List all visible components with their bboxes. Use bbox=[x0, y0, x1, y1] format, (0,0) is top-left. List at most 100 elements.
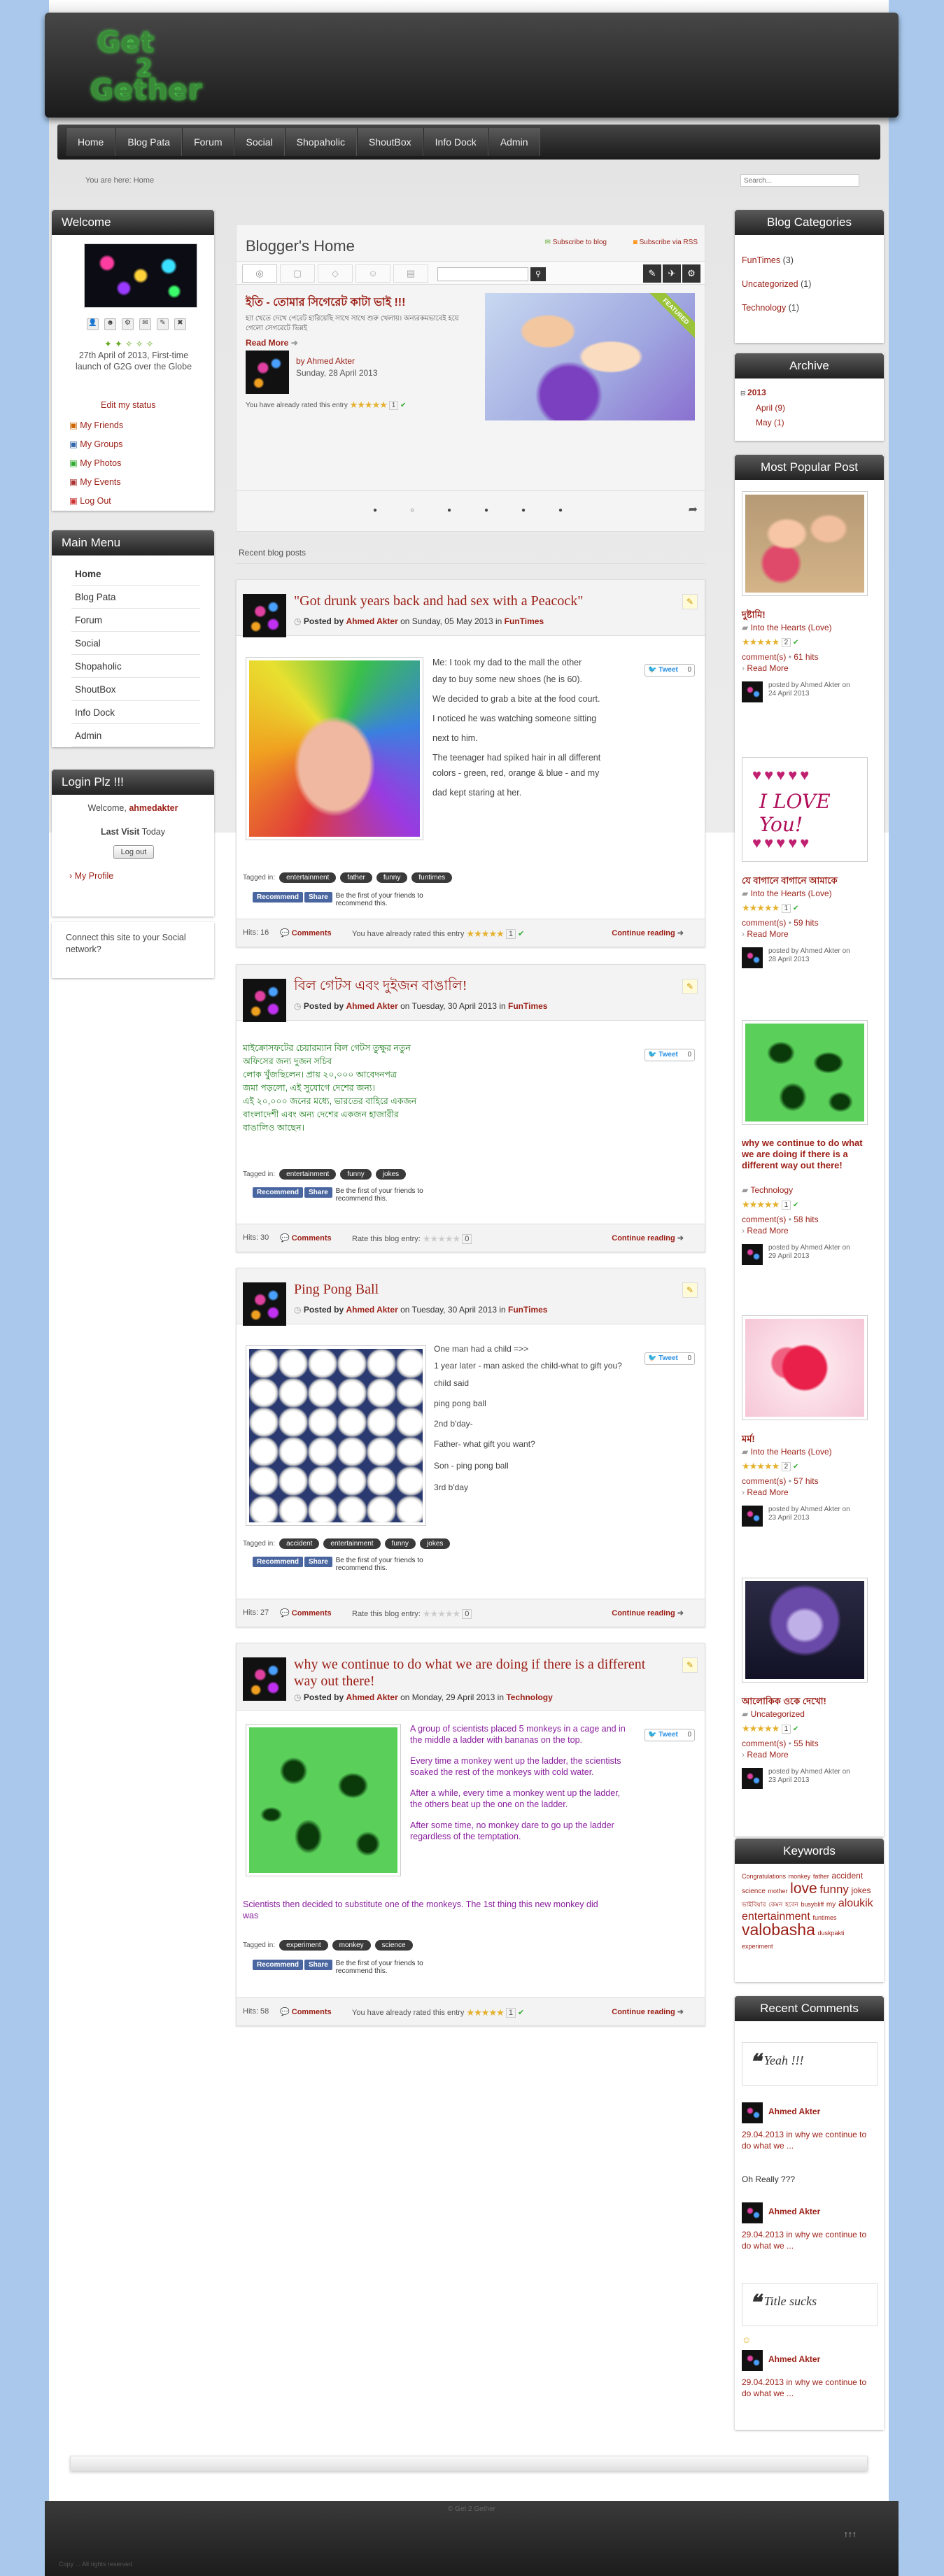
recommend-button[interactable]: Recommend bbox=[253, 1557, 304, 1567]
comments-link[interactable]: Comments bbox=[292, 1234, 332, 1243]
edit-status-link[interactable]: Edit my status bbox=[101, 400, 156, 410]
popular-item-title[interactable]: why we continue to do what we are doing … bbox=[742, 1138, 868, 1171]
tab-tags-icon[interactable]: ◇ bbox=[318, 264, 353, 283]
author-avatar[interactable] bbox=[243, 979, 286, 1022]
keyword[interactable]: funtimes bbox=[812, 1914, 836, 1921]
popular-author-avatar[interactable] bbox=[742, 1768, 763, 1789]
popular-read-more[interactable]: Read More bbox=[747, 1226, 788, 1236]
back-to-top[interactable]: ↑↑↑ bbox=[844, 2529, 857, 2539]
logout-button[interactable]: Log out bbox=[113, 845, 154, 859]
my-friends-link[interactable]: My Friends bbox=[80, 420, 123, 430]
popular-comments[interactable]: comment(s) bbox=[742, 1215, 786, 1224]
keyword[interactable]: jokes bbox=[852, 1885, 871, 1895]
recommend-button[interactable]: Recommend bbox=[253, 1187, 304, 1198]
slider-dot[interactable]: ● bbox=[373, 507, 377, 514]
popular-item-title[interactable]: দুষ্টামি! bbox=[742, 609, 766, 623]
edit-icon[interactable]: ✎ bbox=[682, 594, 698, 609]
menu-social[interactable]: Social bbox=[71, 632, 200, 655]
post-title[interactable]: Ping Pong Ball bbox=[294, 1281, 665, 1298]
post-author[interactable]: Ahmed Akter bbox=[346, 1305, 398, 1315]
popular-read-more[interactable]: Read More bbox=[747, 1750, 788, 1760]
logout-icon[interactable]: ✖ bbox=[174, 318, 186, 330]
tweet-button[interactable]: 🐦 Tweet 0 bbox=[644, 1352, 695, 1365]
keyword[interactable]: Congratulations bbox=[742, 1873, 786, 1880]
keyword[interactable]: experiment bbox=[742, 1943, 773, 1950]
share-button[interactable]: Share bbox=[304, 892, 332, 903]
log-out-link[interactable]: Log Out bbox=[80, 496, 111, 506]
menu-home[interactable]: Home bbox=[71, 562, 200, 586]
continue-reading-link[interactable]: Continue reading bbox=[612, 2008, 675, 2016]
nav-shopaholic[interactable]: Shopaholic bbox=[284, 128, 357, 156]
nav-shoutbox[interactable]: ShoutBox bbox=[356, 128, 423, 156]
mail-icon[interactable]: ✎ bbox=[157, 318, 169, 330]
tag[interactable]: funny bbox=[376, 872, 408, 883]
subscribe-rss-link[interactable]: Subscribe via RSS bbox=[640, 239, 698, 246]
nav-home[interactable]: Home bbox=[66, 128, 116, 156]
rating-stars[interactable]: ★★★★★ bbox=[423, 1608, 460, 1620]
keyword[interactable]: science bbox=[742, 1888, 766, 1895]
author-avatar[interactable] bbox=[243, 594, 286, 637]
menu-shopaholic[interactable]: Shopaholic bbox=[71, 655, 200, 678]
popular-comments[interactable]: comment(s) bbox=[742, 918, 786, 928]
category-link[interactable]: Uncategorized bbox=[742, 279, 798, 289]
menu-shoutbox[interactable]: ShoutBox bbox=[71, 678, 200, 701]
nav-forum[interactable]: Forum bbox=[182, 128, 234, 156]
featured-author-avatar[interactable] bbox=[246, 351, 289, 394]
menu-forum[interactable]: Forum bbox=[71, 609, 200, 632]
slider-dot[interactable]: ● bbox=[447, 507, 451, 514]
popular-comments[interactable]: comment(s) bbox=[742, 1739, 786, 1748]
tag[interactable]: funtimes bbox=[411, 872, 453, 883]
popular-read-more[interactable]: Read More bbox=[747, 929, 788, 939]
blog-search-input[interactable] bbox=[437, 267, 528, 281]
popular-category[interactable]: Into the Hearts (Love) bbox=[751, 889, 832, 898]
keyword[interactable]: love bbox=[790, 1881, 817, 1897]
tag[interactable]: accident bbox=[279, 1538, 320, 1549]
collapse-icon[interactable]: ⊟ bbox=[740, 390, 747, 397]
tab-archive-icon[interactable]: ▤ bbox=[393, 264, 428, 283]
edit-icon[interactable]: ✎ bbox=[682, 979, 698, 994]
blog-search-icon[interactable]: ⚲ bbox=[530, 267, 546, 281]
tab-bloggers-icon[interactable]: ☺ bbox=[355, 264, 390, 283]
tag[interactable]: science bbox=[374, 1940, 413, 1951]
pin-icon[interactable]: ✈ bbox=[663, 264, 681, 283]
popular-author-avatar[interactable] bbox=[742, 1244, 763, 1265]
popular-category[interactable]: Technology bbox=[750, 1185, 793, 1195]
my-groups-link[interactable]: My Groups bbox=[80, 439, 122, 449]
popular-thumbnail[interactable] bbox=[742, 1020, 868, 1125]
popular-category[interactable]: Into the Hearts (Love) bbox=[751, 1447, 832, 1457]
popular-item-title[interactable]: আলোকিক ওকে দেখো! bbox=[742, 1695, 826, 1710]
featured-title[interactable]: ইতি - তোমার সিগেরেট কাটা ভাই !!! bbox=[246, 293, 470, 312]
tag[interactable]: funny bbox=[384, 1538, 416, 1549]
post-title[interactable]: বিল গেটস এবং দুইজন বাঙালি! bbox=[294, 977, 665, 994]
tag[interactable]: jokes bbox=[375, 1169, 407, 1180]
keyword[interactable]: duskpakti bbox=[817, 1930, 844, 1937]
tag[interactable]: father bbox=[340, 872, 372, 883]
menu-info-dock[interactable]: Info Dock bbox=[71, 701, 200, 724]
tag[interactable]: entertainment bbox=[323, 1538, 381, 1549]
archive-year[interactable]: 2013 bbox=[747, 388, 766, 397]
share-arrow-icon[interactable]: ➦ bbox=[689, 502, 698, 516]
comments-link[interactable]: Comments bbox=[292, 929, 332, 937]
tab-categories-icon[interactable]: ▢ bbox=[280, 264, 315, 283]
keyword[interactable]: busybliff bbox=[801, 1901, 824, 1908]
featured-image[interactable]: FEATURED bbox=[485, 293, 695, 420]
nav-admin[interactable]: Admin bbox=[488, 128, 540, 156]
popular-rating[interactable]: ★★★★★ bbox=[742, 1461, 780, 1472]
post-title[interactable]: "Got drunk years back and had sex with a… bbox=[294, 593, 665, 609]
post-category[interactable]: FunTimes bbox=[505, 616, 544, 626]
post-category[interactable]: Technology bbox=[506, 1692, 552, 1702]
post-author[interactable]: Ahmed Akter bbox=[346, 1692, 398, 1702]
tag[interactable]: monkey bbox=[332, 1940, 371, 1951]
user-icon[interactable]: 👤 bbox=[87, 318, 99, 330]
popular-read-more[interactable]: Read More bbox=[747, 663, 788, 673]
keyword[interactable]: হবেন bbox=[785, 1901, 798, 1908]
continue-reading-link[interactable]: Continue reading bbox=[612, 929, 675, 937]
subscribe-blog-link[interactable]: Subscribe to blog bbox=[553, 239, 607, 246]
slider-dot[interactable]: ● bbox=[521, 507, 526, 514]
tag[interactable]: jokes bbox=[420, 1538, 451, 1549]
site-logo[interactable]: Get 2 Gether bbox=[76, 27, 216, 114]
popular-rating[interactable]: ★★★★★ bbox=[742, 637, 780, 648]
post-image[interactable] bbox=[246, 1345, 426, 1526]
popular-item-title[interactable]: যে বাগানে বাগানে আমাকে bbox=[742, 875, 838, 889]
search-input[interactable] bbox=[740, 174, 859, 187]
